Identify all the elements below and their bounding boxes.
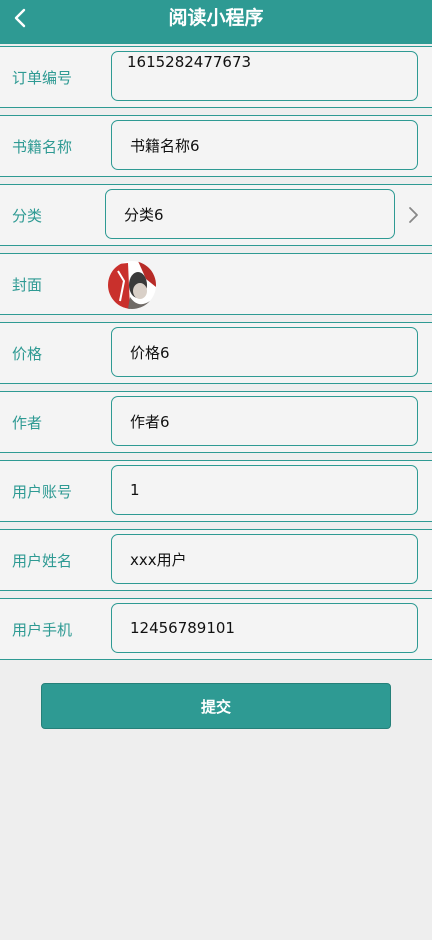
cover-label: 封面 xyxy=(12,275,43,294)
user-phone-row: 用户手机 12456789101 xyxy=(0,598,432,660)
chevron-right-icon[interactable] xyxy=(404,202,424,228)
book-name-row: 书籍名称 书籍名称6 xyxy=(0,115,432,177)
order-no-row: 订单编号 1615282477673 xyxy=(0,46,432,108)
price-row: 价格 价格6 xyxy=(0,322,432,384)
order-no-field[interactable]: 1615282477673 xyxy=(111,51,418,101)
user-name-row: 用户姓名 xxx用户 xyxy=(0,529,432,591)
author-label: 作者 xyxy=(12,413,43,432)
page-title: 阅读小程序 xyxy=(168,7,264,29)
category-row[interactable]: 分类 分类6 xyxy=(0,184,432,246)
order-no-label: 订单编号 xyxy=(12,68,73,87)
user-name-label: 用户姓名 xyxy=(12,551,73,570)
author-row: 作者 作者6 xyxy=(0,391,432,453)
order-form: 订单编号 1615282477673 书籍名称 书籍名称6 分类 分类6 封面 xyxy=(0,46,432,667)
book-name-field[interactable]: 书籍名称6 xyxy=(111,120,418,170)
price-field[interactable]: 价格6 xyxy=(111,327,418,377)
user-phone-field[interactable]: 12456789101 xyxy=(111,603,418,653)
price-label: 价格 xyxy=(12,344,43,363)
user-account-label: 用户账号 xyxy=(12,482,73,501)
cover-row: 封面 xyxy=(0,253,432,315)
category-select[interactable]: 分类6 xyxy=(105,189,395,239)
author-field[interactable]: 作者6 xyxy=(111,396,418,446)
user-name-field[interactable]: xxx用户 xyxy=(111,534,418,584)
user-phone-label: 用户手机 xyxy=(12,620,73,639)
top-navbar: 阅读小程序 xyxy=(0,0,432,44)
category-label: 分类 xyxy=(12,206,43,225)
book-cover-image[interactable] xyxy=(108,261,156,309)
submit-button[interactable]: 提交 xyxy=(41,683,391,729)
book-name-label: 书籍名称 xyxy=(12,137,73,156)
user-account-field[interactable]: 1 xyxy=(111,465,418,515)
user-account-row: 用户账号 1 xyxy=(0,460,432,522)
